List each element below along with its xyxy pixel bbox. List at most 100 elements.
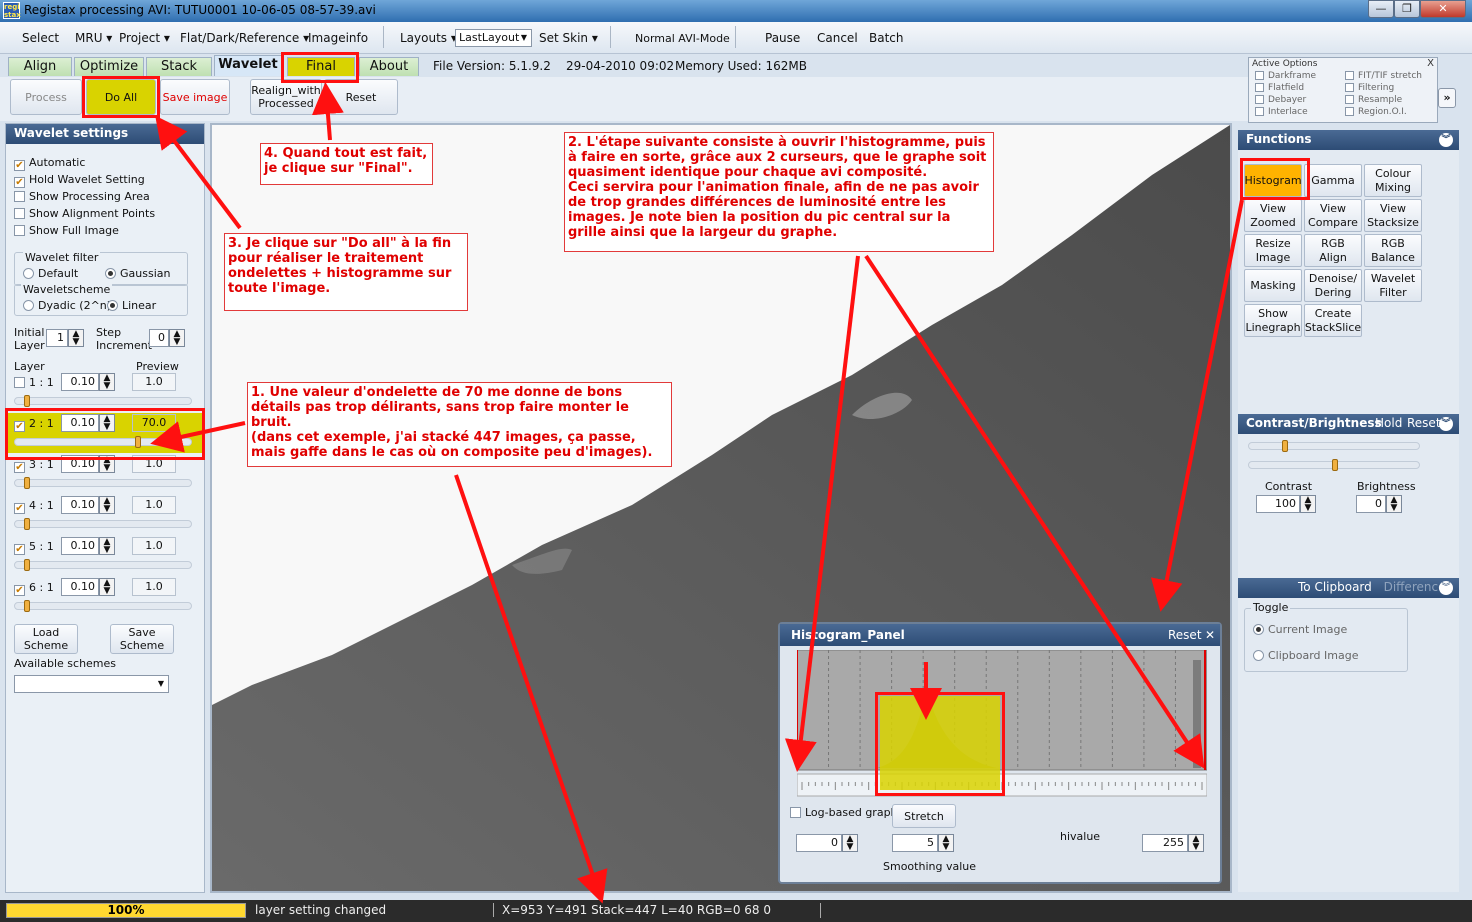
active-option-left-1[interactable]: Flatfield bbox=[1255, 82, 1316, 94]
menu-project[interactable]: Project ▾ bbox=[119, 31, 170, 45]
smoothing-spinner-icon[interactable]: ▲ ▼ bbox=[938, 834, 954, 852]
save-image-button[interactable]: Save image bbox=[160, 79, 230, 115]
menu-imageinfo[interactable]: Imageinfo bbox=[308, 31, 368, 45]
initial-layer-spinner-icon[interactable]: ▲ ▼ bbox=[68, 329, 84, 347]
to-clipboard-title[interactable]: To Clipboard bbox=[1298, 580, 1372, 594]
menu-flat-dark-reference[interactable]: Flat/Dark/Reference ▾ bbox=[180, 31, 309, 45]
tab-align[interactable]: Align bbox=[8, 57, 72, 76]
active-option-left-3[interactable]: Interlace bbox=[1255, 106, 1316, 118]
active-option-left-0[interactable]: Darkframe bbox=[1255, 70, 1316, 82]
function-button-7[interactable]: RGB Align bbox=[1304, 234, 1362, 267]
collapse-icon[interactable]: ︾ bbox=[1439, 581, 1453, 595]
checkmark-icon[interactable]: ✔ bbox=[14, 462, 25, 473]
low-spinner-icon[interactable]: ▲ ▼ bbox=[842, 834, 858, 852]
layer-slider-thumb[interactable] bbox=[23, 395, 30, 407]
layer-slider[interactable] bbox=[14, 477, 192, 489]
histogram-reset-button[interactable]: Reset bbox=[1168, 624, 1202, 646]
layer-slider-thumb[interactable] bbox=[23, 518, 30, 530]
scheme-linear-radio[interactable]: Linear bbox=[107, 299, 156, 312]
current-image-radio[interactable]: Current Image bbox=[1253, 623, 1347, 636]
layer-preview-button[interactable]: 1.0 bbox=[132, 537, 176, 555]
step-increment-spinner-icon[interactable]: ▲ ▼ bbox=[169, 329, 185, 347]
stretch-button[interactable]: Stretch bbox=[892, 804, 956, 828]
load-scheme-button[interactable]: Load Scheme bbox=[14, 624, 78, 654]
checkmark-icon[interactable]: ✔ bbox=[14, 544, 25, 555]
filter-gaussian-radio[interactable]: Gaussian bbox=[105, 267, 170, 280]
function-button-12[interactable]: Show Linegraph bbox=[1244, 304, 1302, 337]
tab-optimize[interactable]: Optimize bbox=[74, 57, 144, 76]
function-button-3[interactable]: View Zoomed bbox=[1244, 199, 1302, 232]
step-increment-input[interactable]: 0 bbox=[149, 329, 169, 347]
layer-slider[interactable] bbox=[14, 518, 192, 530]
checkmark-icon[interactable]: ✔ bbox=[14, 585, 25, 596]
close-window-button[interactable]: ✕ bbox=[1420, 0, 1466, 18]
layout-select[interactable]: LastLayout ▼ bbox=[455, 29, 532, 47]
histogram-low-input[interactable]: 0 bbox=[796, 834, 842, 852]
contrast-slider-thumb[interactable] bbox=[1282, 440, 1289, 452]
collapse-icon[interactable]: ︾ bbox=[1439, 417, 1453, 431]
minimize-button[interactable]: — bbox=[1368, 0, 1394, 18]
tab-about[interactable]: About bbox=[359, 57, 419, 76]
menu-set-skin[interactable]: Set Skin ▾ bbox=[539, 31, 598, 45]
function-button-11[interactable]: Wavelet Filter bbox=[1364, 269, 1422, 302]
available-schemes-select[interactable]: ▼ bbox=[14, 675, 169, 693]
active-option-right-2[interactable]: Resample bbox=[1345, 94, 1422, 106]
wavelet-checkbox-4[interactable]: Show Full Image bbox=[14, 222, 155, 239]
tab-wavelet[interactable]: Wavelet bbox=[214, 55, 282, 76]
realign-button[interactable]: Realign_with Processed bbox=[250, 79, 322, 115]
layer-slider[interactable] bbox=[14, 600, 192, 612]
hold-button[interactable]: Hold bbox=[1375, 414, 1402, 433]
layer-slider-thumb[interactable] bbox=[23, 600, 30, 612]
layer-spinner-icon[interactable]: ▲ ▼ bbox=[99, 373, 115, 391]
menu-avi-mode[interactable]: Normal AVI-Mode bbox=[635, 32, 730, 45]
active-option-right-3[interactable]: Region.O.I. bbox=[1345, 106, 1422, 118]
menu-select[interactable]: Select bbox=[22, 31, 59, 45]
function-button-8[interactable]: RGB Balance bbox=[1364, 234, 1422, 267]
tab-stack[interactable]: Stack bbox=[146, 57, 212, 76]
active-option-left-2[interactable]: Debayer bbox=[1255, 94, 1316, 106]
brightness-slider-thumb[interactable] bbox=[1332, 459, 1338, 471]
layer-value-input[interactable]: 0.10 bbox=[61, 537, 99, 555]
layer-slider-thumb[interactable] bbox=[23, 477, 30, 489]
histogram-close-icon[interactable]: ✕ bbox=[1205, 624, 1215, 646]
save-scheme-button[interactable]: Save Scheme bbox=[110, 624, 174, 654]
layer-value-input[interactable]: 0.10 bbox=[61, 496, 99, 514]
layer-preview-button[interactable]: 1.0 bbox=[132, 373, 176, 391]
active-option-right-1[interactable]: Filtering bbox=[1345, 82, 1422, 94]
layer-row-5[interactable]: ✔ 5 : 1 bbox=[14, 540, 54, 555]
smoothing-input[interactable]: 5 bbox=[892, 834, 938, 852]
scheme-dyadic-radio[interactable]: Dyadic (2^n) bbox=[23, 299, 111, 312]
function-button-9[interactable]: Masking bbox=[1244, 269, 1302, 302]
function-button-2[interactable]: Colour Mixing bbox=[1364, 164, 1422, 197]
layer-slider[interactable] bbox=[14, 559, 192, 571]
function-button-4[interactable]: View Compare bbox=[1304, 199, 1362, 232]
menu-layouts[interactable]: Layouts ▾ bbox=[400, 31, 457, 45]
wavelet-checkbox-3[interactable]: Show Alignment Points bbox=[14, 205, 155, 222]
cancel-button[interactable]: Cancel bbox=[817, 31, 858, 45]
layer-value-input[interactable]: 0.10 bbox=[61, 578, 99, 596]
function-button-10[interactable]: Denoise/Dering bbox=[1304, 269, 1362, 302]
checkbox-icon[interactable] bbox=[14, 377, 25, 388]
layer-preview-button[interactable]: 1.0 bbox=[132, 496, 176, 514]
hivalue-spinner-icon[interactable]: ▲ ▼ bbox=[1188, 834, 1204, 852]
difference-label[interactable]: Difference bbox=[1384, 580, 1446, 594]
pause-button[interactable]: Pause bbox=[765, 31, 800, 45]
reset-button[interactable]: Reset bbox=[324, 79, 398, 115]
contrast-reset-button[interactable]: Reset bbox=[1407, 414, 1441, 433]
layer-spinner-icon[interactable]: ▲ ▼ bbox=[99, 496, 115, 514]
wavelet-checkbox-2[interactable]: Show Processing Area bbox=[14, 188, 155, 205]
layer-spinner-icon[interactable]: ▲ ▼ bbox=[99, 578, 115, 596]
function-button-5[interactable]: View Stacksize bbox=[1364, 199, 1422, 232]
brightness-input[interactable]: 0 bbox=[1356, 495, 1386, 513]
layer-spinner-icon[interactable]: ▲ ▼ bbox=[99, 537, 115, 555]
filter-default-radio[interactable]: Default bbox=[23, 267, 78, 280]
layer-row-4[interactable]: ✔ 4 : 1 bbox=[14, 499, 54, 514]
close-icon[interactable]: X bbox=[1427, 58, 1434, 69]
brightness-slider[interactable] bbox=[1248, 459, 1420, 471]
contrast-input[interactable]: 100 bbox=[1256, 495, 1300, 513]
layer-value-input[interactable]: 0.10 bbox=[61, 373, 99, 391]
wavelet-checkbox-0[interactable]: ✔ Automatic bbox=[14, 154, 155, 171]
expand-icon[interactable]: » bbox=[1438, 88, 1456, 108]
active-option-right-0[interactable]: FIT/TIF stretch bbox=[1345, 70, 1422, 82]
menu-mru[interactable]: MRU ▾ bbox=[75, 31, 112, 45]
